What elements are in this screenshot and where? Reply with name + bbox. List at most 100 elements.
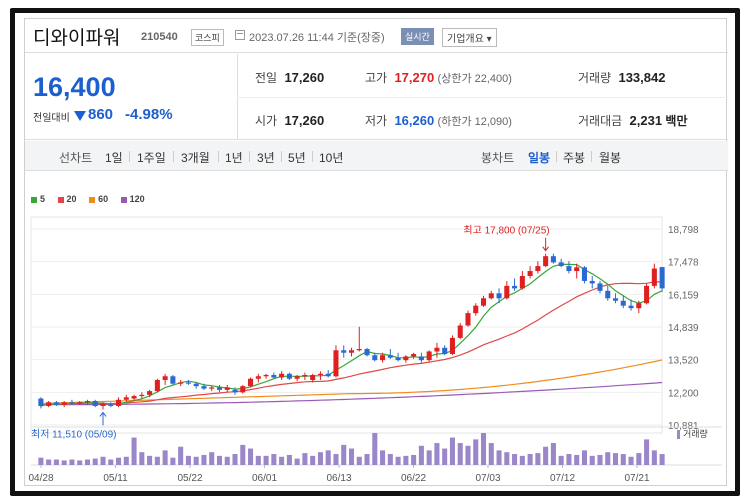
volume-bar (325, 450, 331, 465)
high-label: 고가 (365, 71, 388, 85)
volume-value: 133,842 (618, 70, 666, 85)
candle (108, 404, 114, 406)
volume-bar (154, 456, 160, 465)
candle (449, 337, 455, 354)
volume-bar (201, 454, 207, 465)
tab-1y[interactable]: 1년 (225, 149, 243, 166)
candle (581, 267, 587, 281)
stock-name[interactable]: 디와이파워 (33, 23, 120, 50)
volume-label: 거래량 (578, 71, 612, 85)
volume-bar (170, 457, 176, 465)
volume-legend: 거래량 (677, 427, 708, 440)
candle (84, 401, 90, 403)
candle (473, 305, 479, 314)
min-annotation: 최저 11,510 (05/09) (31, 428, 117, 440)
volume-bar (84, 459, 90, 465)
open-cell: 시가 17,260 (255, 112, 324, 129)
volume-bar (108, 459, 114, 465)
realtime-badge[interactable]: 실시간 (401, 28, 434, 45)
candle (651, 268, 657, 286)
candle (100, 403, 106, 406)
ma-line-5 (40, 263, 663, 407)
x-tick-label: 07/21 (624, 473, 649, 484)
x-tick-label: 05/11 (103, 473, 128, 484)
stock-code: 210540 (141, 31, 178, 43)
volume-bar (69, 459, 75, 465)
candle (294, 376, 300, 379)
candle (434, 347, 440, 352)
tab-3m[interactable]: 3개월 (181, 149, 210, 166)
volume-bar (543, 446, 549, 465)
candle (574, 267, 580, 272)
divider (129, 151, 130, 162)
candle (286, 373, 292, 379)
candle (162, 376, 168, 380)
stock-widget: 디와이파워 210540 코스피 2023.07.26 11:44 기준(장중)… (24, 18, 728, 487)
down-triangle-icon (74, 111, 86, 121)
current-price: 16,400 (33, 72, 116, 102)
volume-bar (263, 455, 269, 465)
tab-monthly[interactable]: 월봉 (599, 149, 621, 166)
candle (504, 285, 510, 299)
quote-time: 2023.07.26 11:44 기준(장중) (249, 32, 385, 44)
stock-header: 디와이파워 210540 코스피 2023.07.26 11:44 기준(장중)… (25, 19, 728, 53)
candle (248, 378, 254, 387)
open-label: 시가 (255, 114, 278, 128)
y-tick-label: 13,520 (668, 356, 699, 367)
candle (341, 350, 347, 353)
candle-chart-label: 봉차트 (481, 151, 515, 165)
x-tick-label: 06/01 (252, 473, 277, 484)
amount-value: 2,231 (629, 113, 663, 128)
volume-bar (209, 452, 215, 465)
tab-weekly[interactable]: 주봉 (563, 149, 585, 166)
tab-1d[interactable]: 1일 (105, 149, 123, 166)
tab-10y[interactable]: 10년 (319, 149, 343, 166)
lower-limit: (하한가 12,090) (437, 116, 512, 128)
volume-bar (480, 433, 487, 465)
candle (519, 275, 525, 289)
low-label: 저가 (365, 114, 388, 128)
candle (566, 266, 572, 272)
volume-bar (535, 453, 541, 465)
tab-daily[interactable]: 일봉 (528, 149, 550, 166)
tab-1w[interactable]: 1주일 (137, 149, 166, 166)
amount-cell: 거래대금 2,231 백만 (578, 112, 688, 129)
divider (591, 151, 592, 162)
candle (512, 285, 518, 289)
candle (465, 313, 471, 326)
y-tick-label: 14,839 (668, 323, 699, 334)
volume-bar (92, 458, 98, 465)
candle (147, 391, 153, 395)
prev-close-value: 17,260 (284, 70, 325, 85)
y-tick-label: 17,478 (668, 258, 699, 269)
candle (372, 355, 378, 361)
candle (77, 402, 83, 404)
candle (92, 401, 98, 406)
volume-bar (636, 453, 642, 465)
volume-bar (659, 454, 665, 465)
candle (620, 300, 626, 306)
low-cell: 저가 16,260 (하한가 12,090) (365, 112, 512, 129)
candle (364, 349, 370, 356)
x-tick-label: 04/28 (28, 473, 53, 484)
price-change: 860 (88, 106, 114, 123)
volume-bar (644, 439, 650, 465)
candle (333, 350, 339, 377)
volume-bar (581, 450, 587, 465)
volume-bar (597, 454, 603, 465)
tab-5y[interactable]: 5년 (288, 149, 306, 166)
volume-bar (240, 444, 246, 465)
x-tick-label: 06/13 (326, 473, 351, 484)
tab-3y[interactable]: 3년 (257, 149, 275, 166)
open-value: 17,260 (284, 113, 325, 128)
company-info-button[interactable]: 기업개요 ▾ (442, 28, 497, 47)
volume-bar (558, 455, 564, 465)
volume-bar (53, 459, 59, 465)
candle (61, 402, 67, 405)
candle (527, 271, 533, 276)
volume-bar (38, 457, 44, 465)
candle (395, 357, 401, 361)
price-chart[interactable]: 18,79817,47816,15914,83913,52012,20010,8… (25, 189, 728, 487)
low-value: 16,260 (394, 113, 435, 128)
candle (644, 285, 650, 304)
